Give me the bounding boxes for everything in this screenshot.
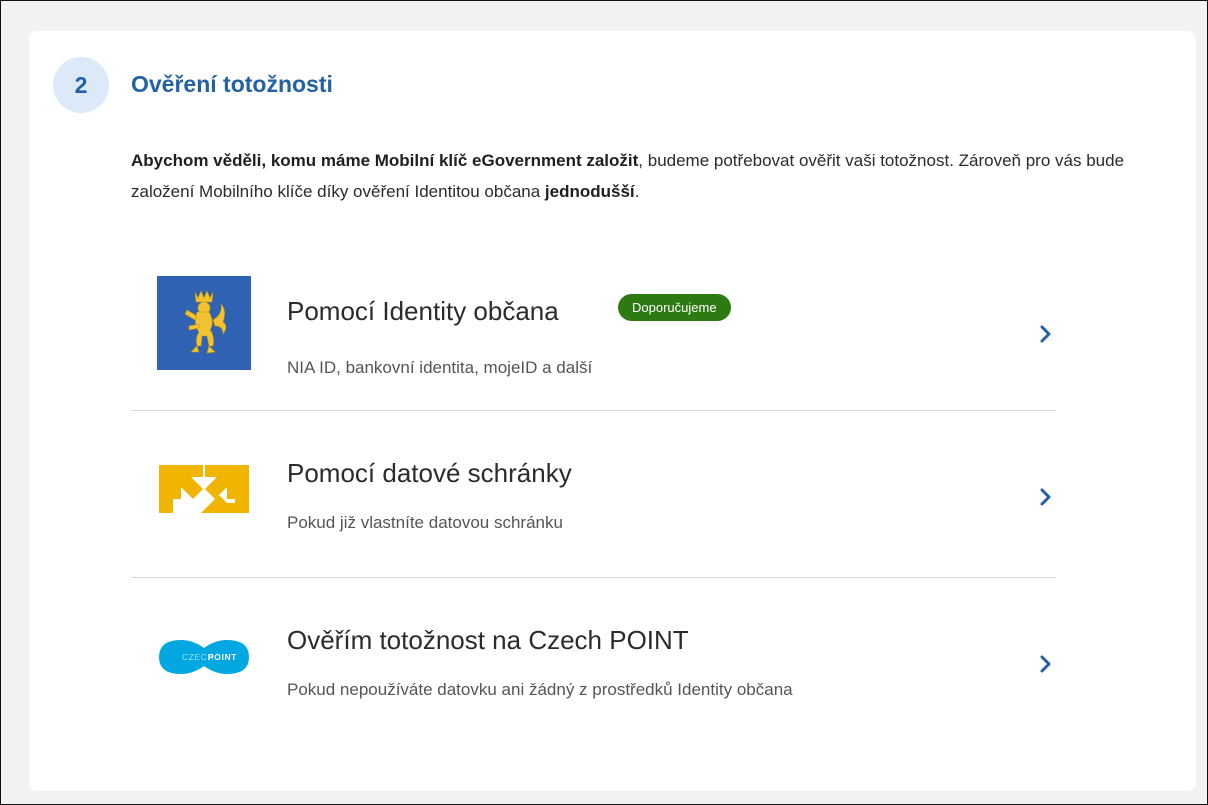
datova-schranka-arrows-icon: [157, 443, 251, 537]
option-subtitle: Pokud již vlastníte datovou schránku: [287, 513, 563, 532]
intro-text-end: .: [634, 182, 640, 201]
option-title: Pomocí datové schránky: [287, 458, 572, 488]
czech-point-logo-icon: CZECH POINT: [157, 610, 251, 704]
option-datova-schranka[interactable]: Pomocí datové schránky Pokud již vlastní…: [131, 410, 1056, 578]
czech-point-logo-text-b: POINT: [208, 652, 237, 662]
intro-bold-lead: Abychom věděli, komu máme Mobilní klíč e…: [131, 151, 639, 170]
chevron-right-icon[interactable]: [1039, 655, 1053, 673]
page-frame: 2 Ověření totožnosti Abychom věděli, kom…: [0, 0, 1208, 805]
step-number: 2: [74, 71, 88, 98]
section-title: Ověření totožnosti: [131, 71, 333, 97]
option-identita-obcana[interactable]: Pomocí Identity občana Doporučujeme NIA …: [131, 243, 1056, 411]
intro-bold-end: jednodušší: [544, 182, 635, 201]
czech-lion-emblem-icon: [157, 276, 251, 370]
intro-text: Abychom věděli, komu máme Mobilní klíč e…: [131, 145, 1141, 207]
recommended-badge: Doporučujeme: [618, 294, 731, 321]
option-subtitle: NIA ID, bankovní identita, mojeID a dalš…: [287, 358, 593, 377]
option-title: Ověřím totožnost na Czech POINT: [287, 625, 689, 655]
option-subtitle: Pokud nepoužíváte datovku ani žádný z pr…: [287, 680, 793, 699]
option-czech-point[interactable]: CZECH POINT Ověřím totožnost na Czech PO…: [131, 577, 1056, 745]
step-number-badge: 2: [53, 57, 109, 113]
chevron-right-icon[interactable]: [1039, 488, 1053, 506]
chevron-right-icon[interactable]: [1039, 325, 1053, 343]
identity-verification-card: 2 Ověření totožnosti Abychom věděli, kom…: [29, 31, 1196, 791]
option-title: Pomocí Identity občana: [287, 296, 559, 326]
